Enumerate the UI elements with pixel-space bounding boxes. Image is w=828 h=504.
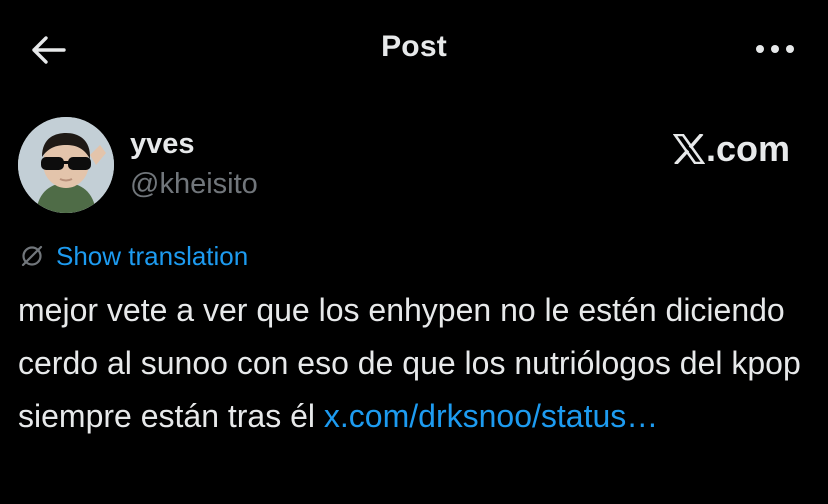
x-logo-icon	[672, 134, 705, 164]
show-translation-button[interactable]: Show translation	[20, 238, 248, 274]
avatar-image	[18, 117, 114, 213]
post-author: yves @kheisito .com	[18, 117, 810, 217]
more-options-button[interactable]	[752, 36, 798, 62]
show-translation-label: Show translation	[56, 240, 249, 271]
post-link[interactable]: x.com/drksnoo/status…	[324, 398, 658, 434]
x-com-text: .com	[705, 128, 790, 169]
page-title: Post	[381, 30, 447, 63]
display-name[interactable]: yves	[130, 128, 195, 161]
more-dots-icon	[756, 45, 794, 53]
translate-icon	[21, 245, 43, 267]
avatar[interactable]	[18, 117, 114, 213]
user-handle[interactable]: @kheisito	[130, 168, 258, 201]
post-text: mejor vete a ver que los enhypen no le e…	[18, 284, 818, 443]
x-com-watermark: .com	[672, 128, 790, 170]
top-bar: Post	[0, 0, 828, 100]
